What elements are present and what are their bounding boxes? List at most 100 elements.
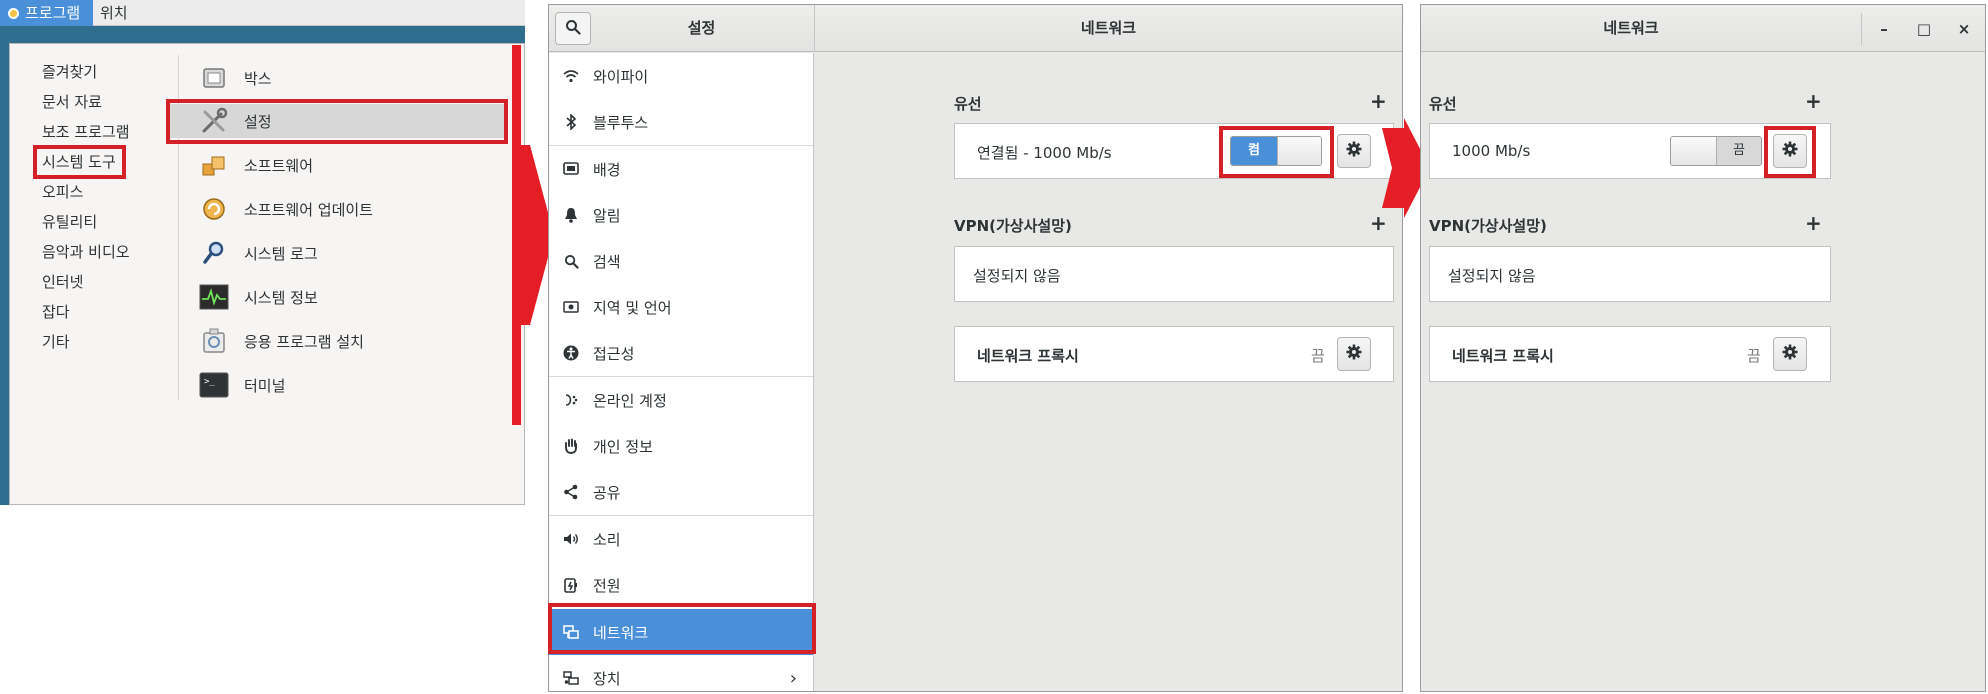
wired-settings-button[interactable]: [1337, 134, 1371, 168]
gear-icon: [1782, 344, 1798, 364]
category-internet[interactable]: 인터넷: [42, 271, 83, 292]
vpn-row: 설정되지 않음: [1429, 246, 1831, 302]
sidebar-item-label: 네트워크: [593, 623, 649, 642]
vpn-status-text: 설정되지 않음: [1448, 267, 1536, 285]
flag-icon: [563, 299, 579, 315]
sidebar-item-label: 배경: [593, 160, 621, 179]
category-sound-video[interactable]: 음악과 비디오: [42, 241, 130, 262]
sidebar-item-region-language[interactable]: 지역 및 언어: [549, 284, 813, 330]
system-monitor-icon: [198, 281, 230, 313]
app-label: 설정: [244, 112, 272, 131]
wired-toggle-switch[interactable]: 끔: [1670, 136, 1762, 166]
power-icon: [563, 577, 579, 593]
sidebar-item-label: 블루투스: [593, 113, 649, 132]
sidebar-item-label: 알림: [593, 206, 621, 225]
proxy-settings-button[interactable]: [1773, 337, 1807, 371]
app-software-update[interactable]: 소프트웨어 업데이트: [198, 192, 373, 226]
category-favorites[interactable]: 즐겨찾기: [42, 61, 97, 82]
wifi-icon: [563, 68, 579, 84]
app-label: 박스: [244, 69, 272, 88]
software-update-icon: [198, 193, 230, 225]
gear-icon: [1782, 141, 1798, 161]
network-icon: [563, 624, 579, 640]
proxy-settings-button[interactable]: [1337, 337, 1371, 371]
add-vpn-button[interactable]: +: [1805, 211, 1822, 235]
category-office[interactable]: 오피스: [42, 181, 83, 202]
app-system-monitor[interactable]: 시스템 정보: [198, 280, 318, 314]
devices-icon: [563, 670, 579, 686]
category-other[interactable]: 기타: [42, 331, 70, 352]
settings-window: 설정 네트워크 와이파이 블루투스 배경 알림 검색 지역 및 언어 접근성 온…: [548, 4, 1403, 692]
add-wired-button[interactable]: +: [1370, 89, 1387, 113]
top-bar: 프로그램 위치: [0, 0, 525, 26]
sidebar-item-label: 공유: [593, 483, 621, 502]
switch-on-label: 켬: [1231, 137, 1277, 165]
category-utilities[interactable]: 유틸리티: [42, 211, 97, 232]
bluetooth-icon: [563, 114, 579, 130]
app-terminal[interactable]: >_ 터미널: [198, 368, 285, 402]
sidebar-item-power[interactable]: 전원: [549, 562, 813, 608]
sidebar-item-background[interactable]: 배경: [549, 146, 813, 192]
panel-title: 네트워크: [1080, 19, 1137, 37]
wired-settings-button[interactable]: [1773, 134, 1807, 168]
app-boxes[interactable]: 박스: [198, 61, 272, 95]
sidebar-item-wifi[interactable]: 와이파이: [549, 53, 813, 99]
proxy-status-text: 끔: [1747, 347, 1761, 365]
app-software[interactable]: 소프트웨어: [198, 148, 313, 182]
sidebar-item-devices[interactable]: 장치 ›: [549, 655, 813, 694]
applications-button-label: 프로그램: [25, 4, 81, 22]
sidebar-item-label: 온라인 계정: [593, 391, 667, 410]
app-system-log[interactable]: 시스템 로그: [198, 236, 318, 270]
category-accessories[interactable]: 보조 프로그램: [42, 121, 130, 142]
places-button[interactable]: 위치: [100, 0, 128, 26]
sidebar-title: 설정: [687, 19, 716, 37]
sidebar-item-accessibility[interactable]: 접근성: [549, 330, 813, 376]
category-documents[interactable]: 문서 자료: [42, 91, 102, 112]
boxes-icon: [198, 62, 230, 94]
minimize-button[interactable]: –: [1865, 5, 1903, 52]
network-proxy-row: 네트워크 프록시 끔: [954, 326, 1394, 382]
sidebar-item-privacy[interactable]: 개인 정보: [549, 423, 813, 469]
switch-knob: [1277, 137, 1321, 165]
network-window-title: 네트워크: [1603, 19, 1659, 37]
sidebar-item-network[interactable]: 네트워크: [549, 609, 813, 655]
sidebar-item-search[interactable]: 검색: [549, 238, 813, 284]
sidebar-item-label: 와이파이: [593, 67, 649, 86]
sidebar-item-sound[interactable]: 소리: [549, 516, 813, 562]
settings-tools-icon: [198, 105, 230, 137]
category-sundry[interactable]: 잡다: [42, 301, 70, 322]
proxy-title: 네트워크 프록시: [1452, 347, 1554, 365]
wired-section-title: 유선: [1429, 95, 1457, 113]
applications-button[interactable]: 프로그램: [0, 0, 93, 26]
sidebar-item-bluetooth[interactable]: 블루투스: [549, 99, 813, 145]
wired-connection-row: 연결됨 - 1000 Mb/s 켬: [954, 123, 1394, 179]
sidebar-item-label: 전원: [593, 576, 621, 595]
sidebar-item-label: 검색: [593, 252, 621, 271]
sidebar-item-notifications[interactable]: 알림: [549, 192, 813, 238]
share-icon: [563, 484, 579, 500]
chevron-right-icon: ›: [789, 667, 797, 689]
category-system-tools[interactable]: 시스템 도구: [42, 151, 116, 172]
vpn-section-title: VPN(가상사설망): [1429, 217, 1547, 235]
vpn-section-title: VPN(가상사설망): [954, 217, 1072, 235]
close-button[interactable]: ×: [1945, 5, 1983, 52]
app-settings[interactable]: 설정: [170, 104, 505, 138]
sidebar-item-label: 지역 및 언어: [593, 298, 672, 317]
header-divider: [1861, 13, 1862, 45]
app-install-software[interactable]: 응용 프로그램 설치: [198, 324, 364, 358]
wired-status-text: 1000 Mb/s: [1452, 142, 1531, 160]
sidebar-item-online-accounts[interactable]: 온라인 계정: [549, 377, 813, 423]
speaker-icon: [563, 531, 579, 547]
maximize-button[interactable]: □: [1905, 5, 1943, 52]
sidebar-item-sharing[interactable]: 공유: [549, 469, 813, 515]
accessibility-icon: [563, 345, 579, 361]
wired-toggle-switch[interactable]: 켬: [1230, 136, 1322, 166]
app-label: 소프트웨어 업데이트: [244, 200, 373, 219]
wired-status-text: 연결됨 - 1000 Mb/s: [977, 144, 1112, 162]
sidebar-item-label: 접근성: [593, 344, 635, 363]
add-wired-button[interactable]: +: [1805, 89, 1822, 113]
network-window: 네트워크 – □ × 유선 + 1000 Mb/s 끔 VPN(가상사설망) +…: [1420, 4, 1986, 692]
hand-icon: [563, 438, 579, 454]
sidebar-item-label: 소리: [593, 530, 621, 549]
app-label: 시스템 정보: [244, 288, 318, 307]
